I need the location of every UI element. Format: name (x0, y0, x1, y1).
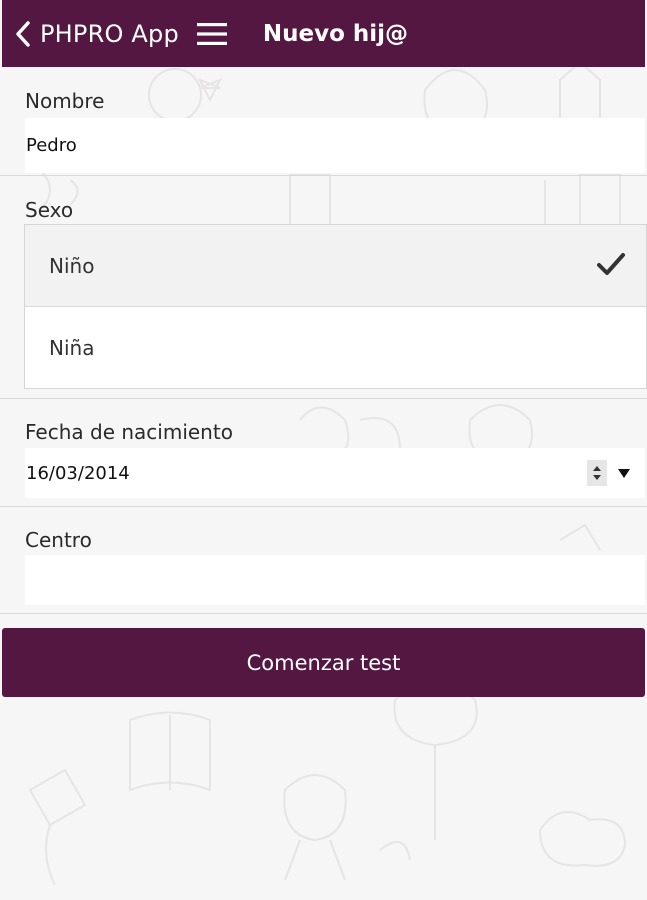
nombre-input[interactable]: Pedro (25, 118, 645, 173)
fecha-value: 16/03/2014 (26, 462, 130, 484)
fecha-input[interactable]: 16/03/2014 (25, 448, 645, 498)
nombre-value: Pedro (26, 135, 77, 156)
chevron-left-icon (16, 20, 30, 47)
divider (0, 398, 647, 399)
option-nina[interactable]: Niña (25, 307, 646, 389)
option-nino[interactable]: Niño (25, 225, 646, 307)
hamburger-menu-icon (196, 22, 227, 45)
date-spinner[interactable] (587, 460, 607, 486)
sexo-options: Niño Niña (24, 224, 647, 389)
spinner-updown-icon (593, 466, 601, 480)
top-app-bar: PHPRO App Nuevo hij@ (2, 0, 645, 67)
centro-label: Centro (25, 528, 92, 552)
back-button[interactable]: PHPRO App (14, 20, 179, 48)
date-controls (587, 460, 631, 486)
fecha-label: Fecha de nacimiento (25, 420, 233, 444)
divider (0, 175, 647, 176)
page-title: Nuevo hij@ (262, 20, 409, 47)
start-test-label: Comenzar test (246, 650, 401, 675)
app-name: PHPRO App (40, 19, 179, 48)
checkmark-icon (597, 253, 625, 275)
caret-down-icon[interactable] (617, 467, 631, 479)
option-nina-label: Niña (49, 336, 95, 360)
sexo-label: Sexo (25, 198, 74, 222)
option-nino-label: Niño (49, 253, 95, 278)
start-test-button[interactable]: Comenzar test (2, 628, 645, 697)
menu-button[interactable] (196, 22, 227, 46)
divider (0, 506, 647, 507)
divider (0, 613, 647, 614)
nombre-label: Nombre (25, 89, 105, 113)
centro-input[interactable] (25, 555, 645, 605)
